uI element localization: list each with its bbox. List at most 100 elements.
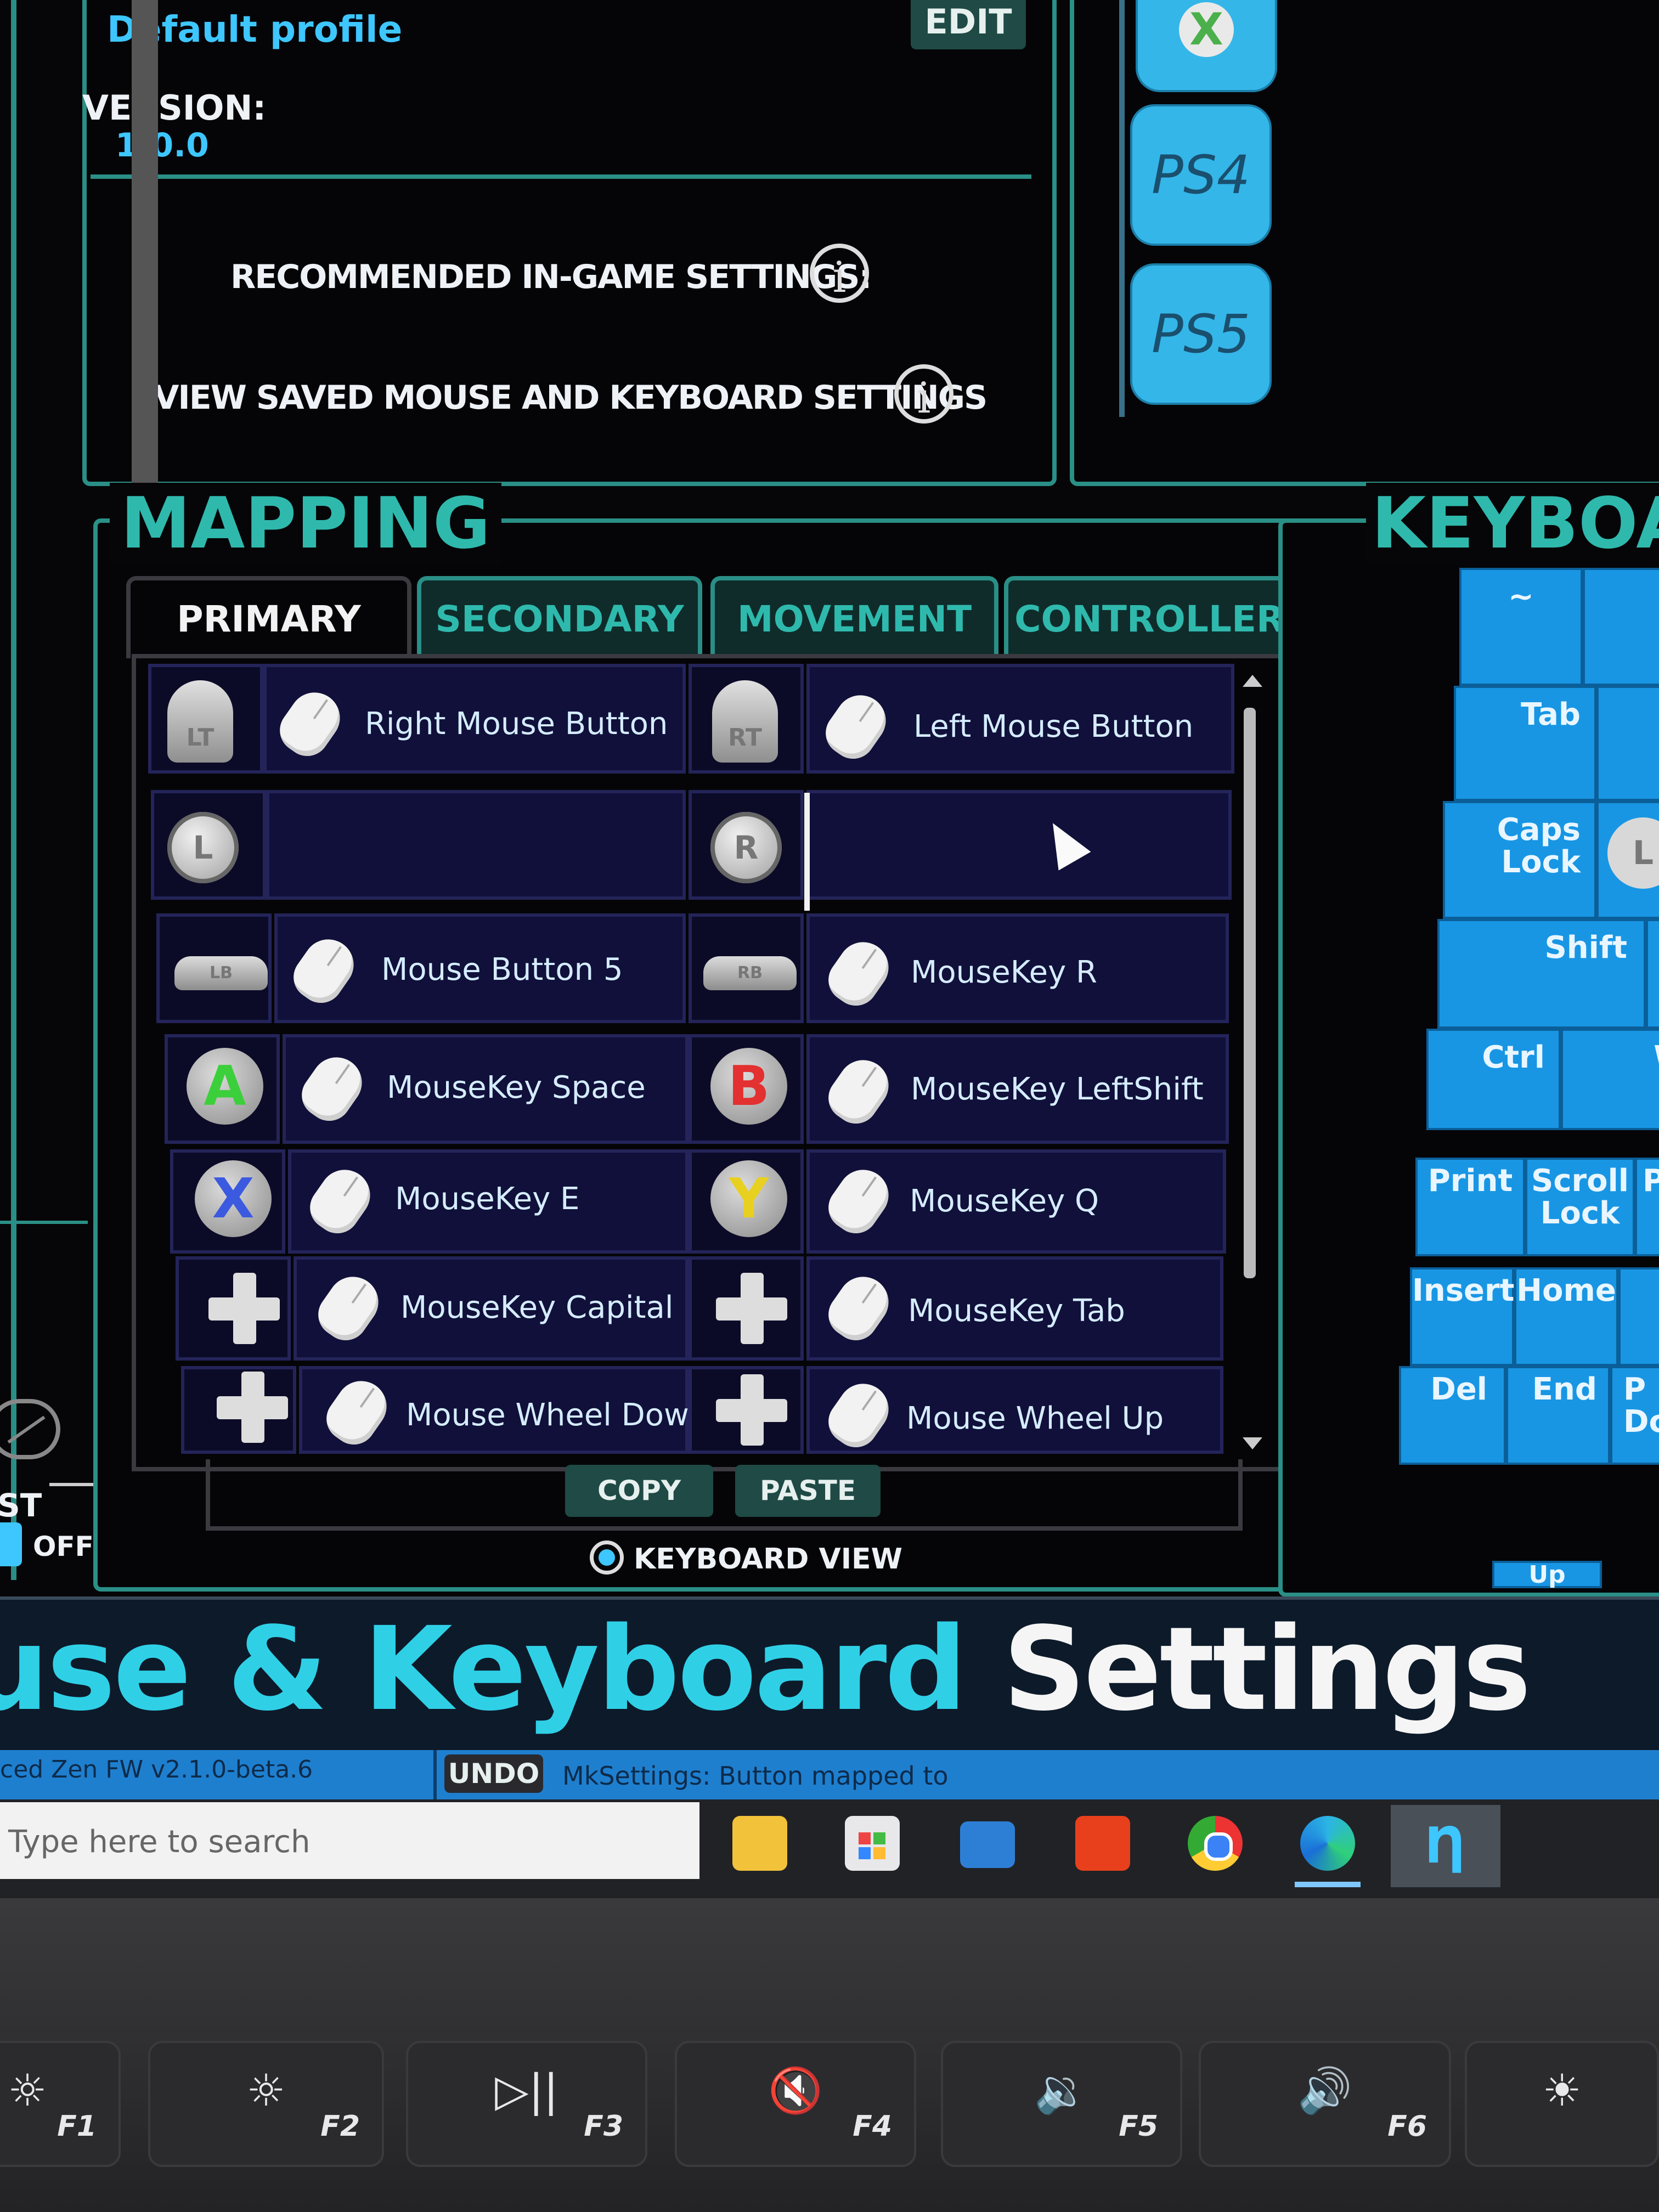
keyboard-view-radio[interactable] [590,1541,624,1575]
mapping-label: MouseKey E [395,1181,580,1217]
mapping-cell[interactable] [266,790,686,900]
fkey[interactable]: ▷|| F3 [406,2041,647,2167]
edge-icon[interactable] [1300,1816,1355,1871]
ps4-button[interactable]: PS4 [1130,104,1272,246]
key-label: Scroll [1531,1163,1629,1199]
tab-secondary[interactable]: SECONDARY [417,576,702,654]
key-label: Home [1516,1273,1616,1308]
key-up[interactable]: Up [1492,1561,1602,1588]
fkey[interactable]: 🔇 F4 [675,2041,916,2167]
key-del[interactable]: Del [1399,1366,1506,1465]
left-divider [0,1221,88,1224]
paste-button[interactable]: PASTE [735,1465,881,1517]
key-page-down[interactable]: P Dc [1610,1366,1659,1465]
banner-title-accent: use & Keyboard [0,1602,967,1736]
edit-button[interactable]: EDIT [911,0,1026,49]
mapping-label: Mouse Wheel Down [406,1397,709,1433]
fkey[interactable]: ☀ [1465,2041,1659,2167]
key-scroll-lock[interactable]: Scroll Lock [1525,1158,1635,1256]
key[interactable] [1583,568,1659,686]
fkey-label: F2 [320,2110,360,2143]
mapping-label: Mouse Wheel Up [906,1401,1164,1436]
firmware-label: ced Zen FW v2.1.0-beta.6 [0,1756,313,1784]
search-input[interactable]: Type here to search [0,1802,699,1879]
volume-down-icon: 🔉 [1034,2065,1089,2116]
mapping-label: MouseKey Q [910,1183,1099,1219]
dpad-right-icon [716,1273,787,1344]
key-pause[interactable]: P [1635,1158,1659,1256]
key-tilde[interactable]: ~ [1459,568,1583,686]
fkey[interactable]: ☼ F1 [0,2041,121,2167]
key-end[interactable]: End [1506,1366,1610,1465]
office-icon[interactable] [1075,1816,1130,1871]
lt-trigger-icon: LT [167,680,233,763]
mail-icon[interactable] [960,1821,1015,1868]
xbox-icon: X [1179,2,1234,57]
keyboard-title: KEYBOA [1366,483,1659,565]
fkey-label: F3 [584,2110,623,2143]
key-label: Shift [1544,930,1627,966]
key-insert[interactable]: Insert [1410,1267,1514,1366]
tab-controller[interactable]: CONTROLLER [1004,576,1295,654]
fkey[interactable]: ☼ F2 [148,2041,384,2167]
mapping-footer [206,1459,1243,1531]
ps4-label: PS4 [1152,144,1250,206]
rt-trigger-icon: RT [712,680,778,763]
x-button-icon: X [195,1160,272,1237]
key[interactable] [1618,1267,1659,1366]
key-shift[interactable]: Shift [1437,919,1646,1029]
brightness-up-icon: ☼ [246,2065,286,2116]
key-label: Dc [1623,1403,1659,1440]
undo-button[interactable]: UNDO [444,1754,543,1793]
zen-app-tile[interactable]: Ƞ [1391,1805,1500,1887]
copy-button[interactable]: COPY [565,1465,713,1517]
fkey[interactable]: 🔉 F5 [941,2041,1182,2167]
tab-primary[interactable]: PRIMARY [126,576,411,658]
console-scroll-track[interactable] [1119,0,1125,417]
dpad-up-icon [716,1374,787,1446]
file-explorer-icon[interactable] [732,1816,787,1871]
key-tab[interactable]: Tab [1454,686,1596,801]
mapping-title: MAPPING [110,483,501,565]
hidden-eye-icon[interactable] [0,1399,60,1459]
mute-icon: 🔇 [768,2065,823,2116]
key-label: ~ [1508,579,1534,614]
fkey-label: F4 [853,2110,892,2143]
mapping-label: Mouse Button 5 [381,952,623,988]
toggle-switch[interactable] [0,1522,22,1566]
key-home[interactable]: Home [1514,1267,1618,1366]
store-icon[interactable] [845,1816,900,1871]
chrome-icon[interactable] [1188,1816,1243,1871]
key-caps-lock[interactable]: Caps Lock [1443,801,1596,919]
volume-up-icon: 🔊 [1297,2065,1352,2116]
view-saved-settings-label: VIEW SAVED MOUSE AND KEYBOARD SETTINGS [154,379,988,417]
key-w[interactable]: W [1561,1029,1659,1130]
fkey-label: F1 [57,2110,97,2143]
key[interactable] [1646,919,1659,1029]
search-placeholder: Type here to search [8,1824,311,1860]
left-stick-icon: L [167,812,239,883]
mapping-scrollbar[interactable] [1237,675,1262,1454]
tab-movement[interactable]: MOVEMENT [710,576,998,654]
mapping-label: MouseKey LeftShift [911,1071,1204,1107]
xbox-button[interactable]: X [1136,0,1277,92]
info-icon[interactable]: i [894,364,953,424]
fkey[interactable]: 🔊 F6 [1199,2041,1451,2167]
mapping-cell[interactable] [806,790,1232,900]
key-label: End [1532,1372,1597,1407]
version-value: 1.0.0 [115,126,209,165]
mapping-label: MouseKey Space [387,1070,646,1105]
key-ctrl[interactable]: Ctrl [1426,1029,1561,1130]
key-label: Del [1430,1372,1487,1407]
ps5-button[interactable]: PS5 [1130,263,1272,405]
info-icon[interactable]: i [810,244,869,303]
left-partial-label: ST [0,1487,42,1524]
key[interactable] [1596,686,1659,801]
text-cursor [804,793,810,911]
y-button-icon: Y [710,1160,787,1237]
a-button-icon: A [187,1048,263,1125]
key-print[interactable]: Print [1415,1158,1525,1256]
fkey-label: F6 [1387,2110,1427,2143]
fkey-label: F5 [1119,2110,1158,2143]
key-label: Caps [1497,812,1581,848]
